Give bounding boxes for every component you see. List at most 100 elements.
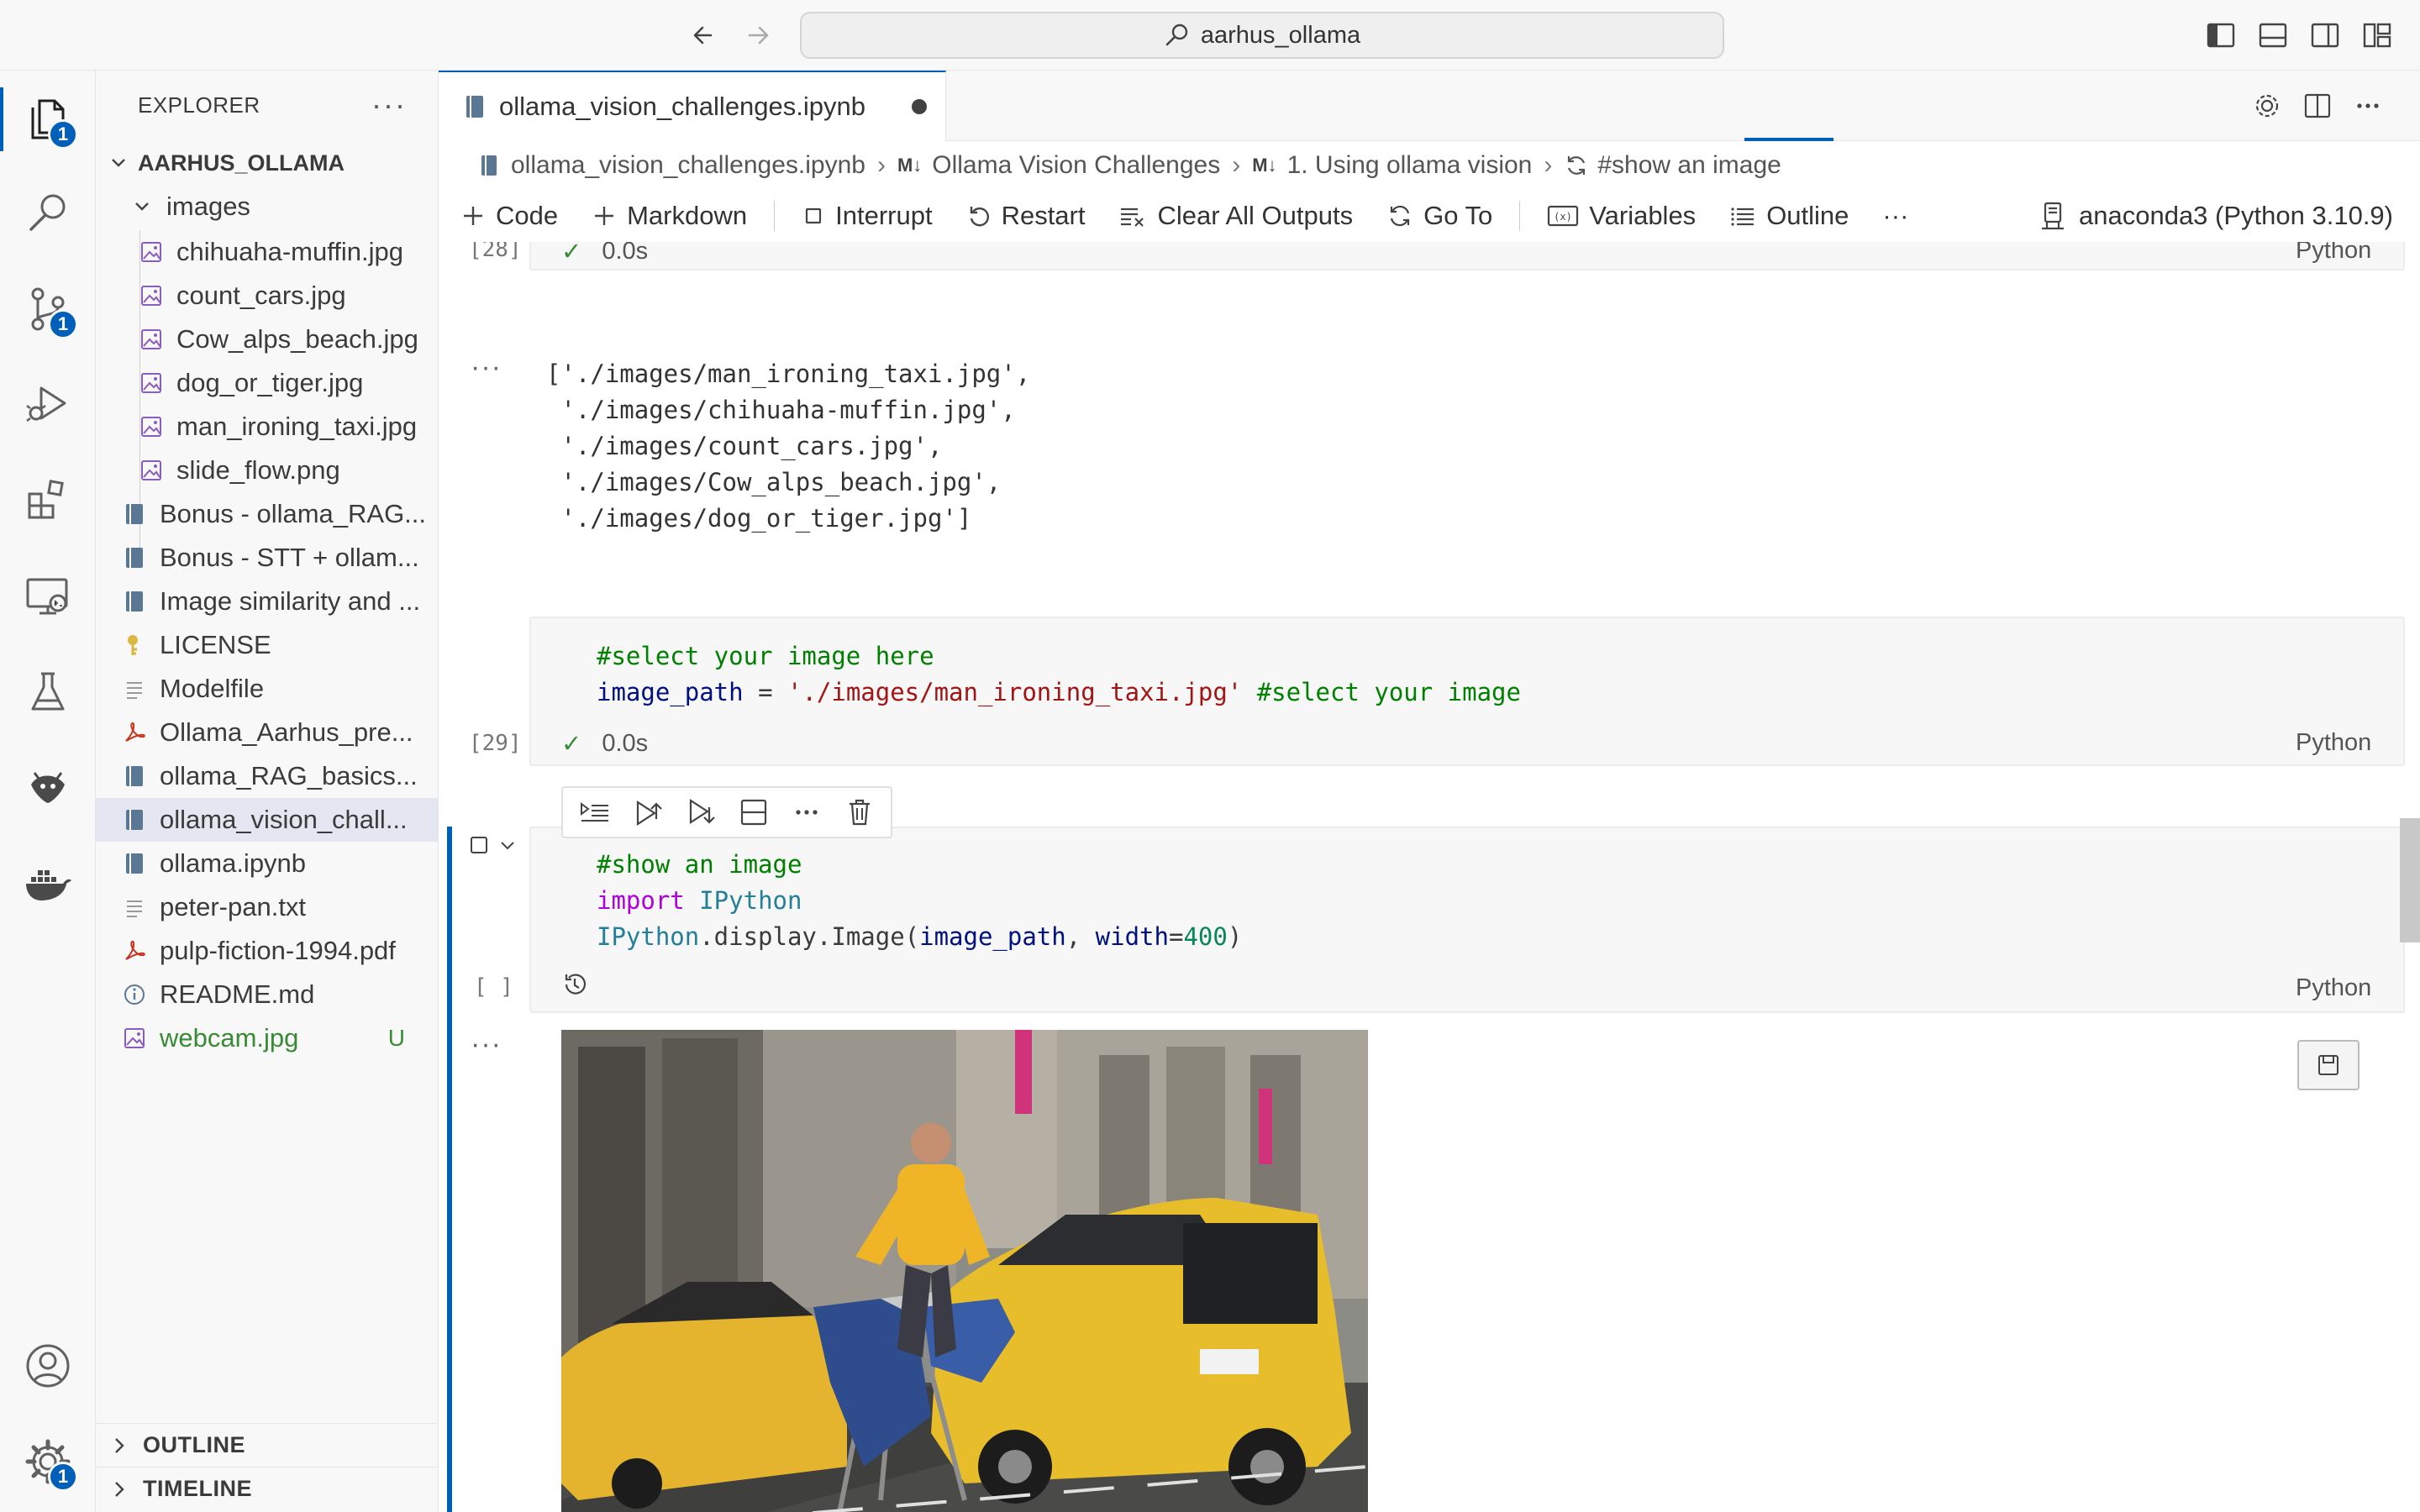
code-cell-28[interactable] — [529, 242, 2405, 270]
file-item[interactable]: ollama.ipynb — [96, 842, 438, 885]
restart-button[interactable]: Restart — [966, 201, 1086, 231]
unsaved-dot-icon[interactable] — [912, 99, 927, 114]
file-item[interactable]: man_ironing_taxi.jpg — [96, 405, 438, 449]
breadcrumb-heading-2[interactable]: 1. Using ollama vision — [1287, 151, 1533, 180]
code-line[interactable]: import IPython — [597, 886, 802, 915]
clear-all-outputs-button[interactable]: Clear All Outputs — [1118, 201, 1353, 231]
file-label: Bonus - STT + ollam... — [160, 543, 419, 572]
cell-language[interactable]: Python — [2296, 242, 2371, 265]
output-more-icon[interactable]: ··· — [471, 351, 502, 384]
explorer-activity[interactable]: 1 — [0, 87, 78, 151]
docker-activity[interactable] — [21, 857, 75, 911]
explorer-sidebar: EXPLORER ··· AARHUS_OLLAMA images chihua… — [96, 71, 439, 1512]
timeline-section[interactable]: TIMELINE — [96, 1467, 438, 1510]
customize-layout-icon[interactable] — [2358, 17, 2395, 54]
toggle-panel-icon[interactable] — [2254, 17, 2291, 54]
code-line[interactable]: IPython.display.Image(image_path, width=… — [597, 922, 1242, 951]
cell-select-icon[interactable] — [469, 835, 489, 855]
toggle-primary-sidebar-icon[interactable] — [2202, 17, 2238, 54]
history-icon[interactable] — [560, 969, 590, 1000]
collapse-chevron-icon[interactable] — [497, 835, 518, 855]
execute-below-icon[interactable] — [682, 794, 719, 831]
settings-icon[interactable] — [2249, 87, 2286, 124]
file-item[interactable]: Modelfile — [96, 667, 438, 711]
file-item[interactable]: dog_or_tiger.jpg — [96, 361, 438, 405]
testing-activity[interactable] — [21, 665, 75, 719]
code-cell-30[interactable] — [529, 827, 2405, 1013]
file-item[interactable]: README.md — [96, 973, 438, 1016]
delete-icon[interactable] — [841, 794, 878, 831]
file-label: ollama_vision_chall... — [160, 805, 408, 834]
interrupt-button[interactable]: Interrupt — [802, 201, 933, 231]
run-by-line-icon[interactable] — [576, 794, 613, 831]
folder-label: images — [166, 192, 250, 221]
file-label: Image similarity and ... — [160, 586, 421, 616]
notebook-icon — [479, 154, 499, 177]
timeline-section-label: TIMELINE — [143, 1476, 252, 1501]
outline-section[interactable]: OUTLINE — [96, 1423, 438, 1467]
run-debug-activity[interactable] — [21, 376, 75, 430]
source-control-activity[interactable]: 1 — [21, 282, 78, 339]
cell-language[interactable]: Python — [2296, 729, 2371, 757]
save-output-button[interactable] — [2297, 1040, 2360, 1090]
file-label: README.md — [160, 979, 315, 1009]
scrollbar-thumb[interactable] — [2400, 818, 2420, 942]
code-line[interactable]: image_path = './images/man_ironing_taxi.… — [597, 678, 1521, 706]
tree-root-folder[interactable]: AARHUS_OLLAMA — [96, 141, 438, 185]
outline-button[interactable]: Outline — [1729, 201, 1849, 231]
file-item[interactable]: slide_flow.png — [96, 449, 438, 492]
file-item[interactable]: chihuaha-muffin.jpg — [96, 230, 438, 274]
breadcrumb-heading-1[interactable]: Ollama Vision Challenges — [932, 151, 1220, 180]
variables-button[interactable]: (x) Variables — [1547, 201, 1696, 231]
file-item[interactable]: Bonus - STT + ollam... — [96, 536, 438, 580]
command-center-search[interactable]: aarhus_ollama — [800, 12, 1724, 59]
toggle-secondary-sidebar-icon[interactable] — [2306, 17, 2343, 54]
restart-label: Restart — [1001, 201, 1086, 230]
clear-all-icon — [1118, 203, 1147, 228]
file-item[interactable]: count_cars.jpg — [96, 274, 438, 318]
tree-folder-images[interactable]: images — [96, 185, 438, 228]
code-line[interactable]: #select your image here — [597, 642, 934, 670]
breadcrumb-cell[interactable]: #show an image — [1597, 151, 1781, 180]
remote-explorer-activity[interactable] — [21, 570, 75, 623]
python-env-activity[interactable] — [21, 761, 75, 815]
file-item[interactable]: Ollama_Aarhus_pre... — [96, 711, 438, 754]
extensions-activity[interactable] — [21, 474, 75, 528]
add-code-cell-button[interactable]: Code — [460, 201, 558, 231]
file-item[interactable]: LICENSE — [96, 623, 438, 667]
toolbar-more-button[interactable]: ··· — [1882, 201, 1908, 231]
add-markdown-cell-button[interactable]: Markdown — [592, 201, 747, 231]
arrow-left-icon[interactable] — [686, 18, 723, 52]
file-item[interactable]: Bonus - ollama_RAG... — [96, 492, 438, 536]
cell-language[interactable]: Python — [2296, 974, 2371, 1002]
file-label: ollama_RAG_basics... — [160, 761, 418, 790]
file-item[interactable]: ollama_vision_chall... — [96, 798, 438, 842]
more-icon[interactable] — [788, 794, 825, 831]
manage-activity[interactable]: 1 — [21, 1435, 78, 1492]
file-item[interactable]: pulp-fiction-1994.pdf — [96, 929, 438, 973]
kernel-picker[interactable]: anaconda3 (Python 3.10.9) — [2039, 190, 2393, 242]
arrow-right-icon[interactable] — [739, 18, 776, 52]
tab-ollama-vision-challenges[interactable]: ollama_vision_challenges.ipynb — [439, 71, 946, 141]
split-editor-icon[interactable] — [2299, 87, 2336, 124]
output-more-icon[interactable]: ··· — [471, 1028, 502, 1061]
file-item[interactable]: Cow_alps_beach.jpg — [96, 318, 438, 361]
explorer-more-button[interactable]: ··· — [371, 87, 407, 123]
more-actions-icon[interactable] — [2349, 87, 2386, 124]
file-item[interactable]: peter-pan.txt — [96, 885, 438, 929]
file-item[interactable]: webcam.jpg U — [96, 1016, 438, 1060]
file-label: dog_or_tiger.jpg — [176, 368, 364, 397]
accounts-activity[interactable] — [21, 1339, 75, 1393]
code-line[interactable]: #show an image — [597, 850, 802, 879]
notebook-toolbar: Code Markdown Interrupt Restart Clear Al… — [439, 190, 2420, 242]
split-cell-icon[interactable] — [735, 794, 772, 831]
go-to-button[interactable]: Go To — [1386, 201, 1492, 231]
file-label: chihuaha-muffin.jpg — [176, 237, 403, 266]
code-number: 400 — [1183, 922, 1228, 951]
code-keyword: import — [597, 886, 685, 915]
file-item[interactable]: Image similarity and ... — [96, 580, 438, 623]
search-activity[interactable] — [21, 186, 75, 240]
breadcrumb-file[interactable]: ollama_vision_challenges.ipynb — [511, 151, 865, 180]
execute-above-icon[interactable] — [629, 794, 666, 831]
file-item[interactable]: ollama_RAG_basics... — [96, 754, 438, 798]
